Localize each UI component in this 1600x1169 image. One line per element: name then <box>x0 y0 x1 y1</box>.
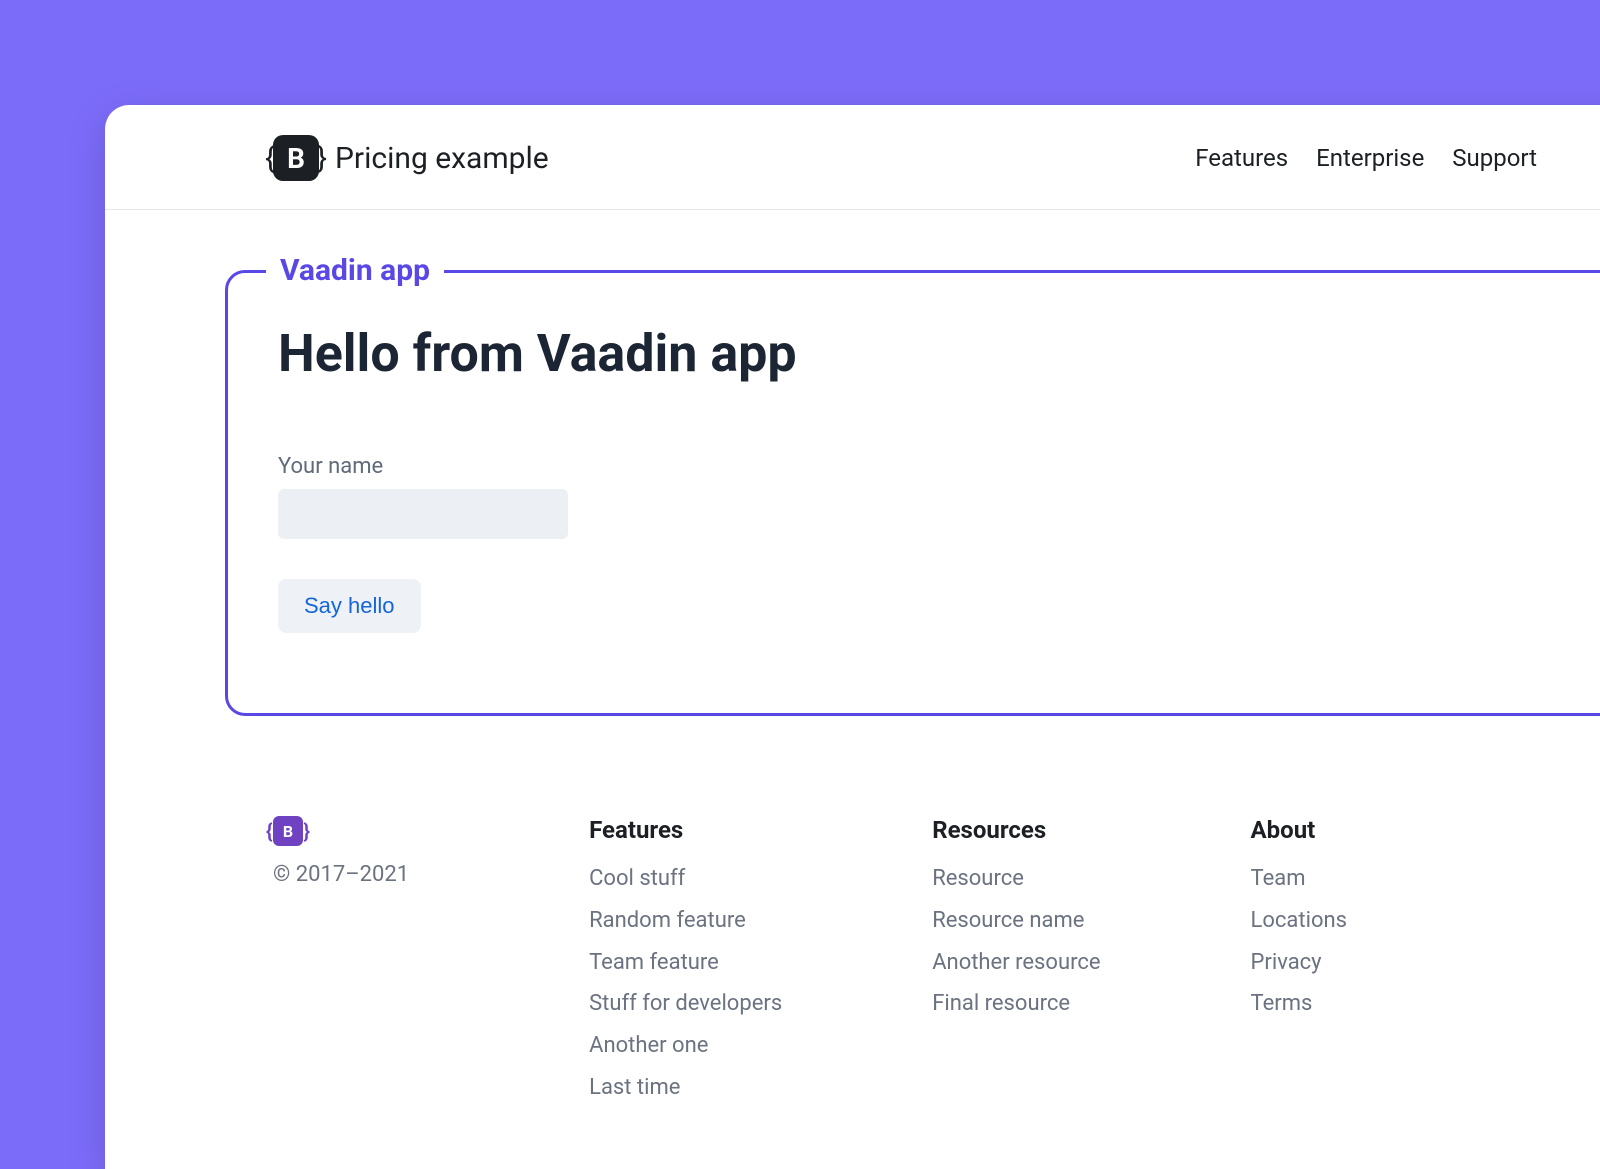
page-header: B Pricing example Features Enterprise Su… <box>105 105 1600 210</box>
footer-link[interactable]: Resource name <box>932 900 1100 942</box>
footer-link[interactable]: Last time <box>589 1067 782 1109</box>
footer-col-title: Features <box>589 816 782 844</box>
footer-link[interactable]: Terms <box>1251 983 1347 1025</box>
bootstrap-logo-icon: B <box>273 135 319 181</box>
nav-link-enterprise[interactable]: Enterprise <box>1316 144 1424 172</box>
footer-link[interactable]: Random feature <box>589 900 782 942</box>
footer-link[interactable]: Final resource <box>932 983 1100 1025</box>
name-field-label: Your name <box>278 454 1592 479</box>
footer-col-title: About <box>1251 816 1347 844</box>
footer-link[interactable]: Team feature <box>589 942 782 984</box>
footer-col-title: Resources <box>932 816 1100 844</box>
name-input[interactable] <box>278 489 568 539</box>
vaadin-heading: Hello from Vaadin app <box>278 323 1592 384</box>
vaadin-panel-label: Vaadin app <box>266 253 444 288</box>
brand-title: Pricing example <box>335 141 549 176</box>
brand: B Pricing example <box>273 135 549 181</box>
nav-link-support[interactable]: Support <box>1452 144 1537 172</box>
say-hello-button[interactable]: Say hello <box>278 579 421 633</box>
copyright-text: © 2017–2021 <box>273 862 409 887</box>
page-footer: B © 2017–2021 Features Cool stuff Random… <box>105 756 1600 1169</box>
footer-link[interactable]: Another resource <box>932 942 1100 984</box>
footer-columns: Features Cool stuff Random feature Team … <box>589 816 1347 1109</box>
footer-link[interactable]: Resource <box>932 858 1100 900</box>
top-nav: Features Enterprise Support <box>1195 144 1537 172</box>
brand-letter: B <box>287 142 305 175</box>
footer-col-about: About Team Locations Privacy Terms <box>1251 816 1347 1109</box>
footer-col-resources: Resources Resource Resource name Another… <box>932 816 1100 1109</box>
nav-link-features[interactable]: Features <box>1195 144 1288 172</box>
footer-col-features: Features Cool stuff Random feature Team … <box>589 816 782 1109</box>
footer-link[interactable]: Stuff for developers <box>589 983 782 1025</box>
footer-link[interactable]: Privacy <box>1251 942 1347 984</box>
vaadin-app-panel: Vaadin app Hello from Vaadin app Your na… <box>225 270 1600 716</box>
footer-brand-block: B © 2017–2021 <box>273 816 409 1109</box>
footer-link[interactable]: Locations <box>1251 900 1347 942</box>
footer-link[interactable]: Cool stuff <box>589 858 782 900</box>
bootstrap-small-logo-icon: B <box>273 816 303 846</box>
footer-logo-letter: B <box>283 822 293 841</box>
footer-link[interactable]: Team <box>1251 858 1347 900</box>
app-window: B Pricing example Features Enterprise Su… <box>105 105 1600 1169</box>
footer-link[interactable]: Another one <box>589 1025 782 1067</box>
